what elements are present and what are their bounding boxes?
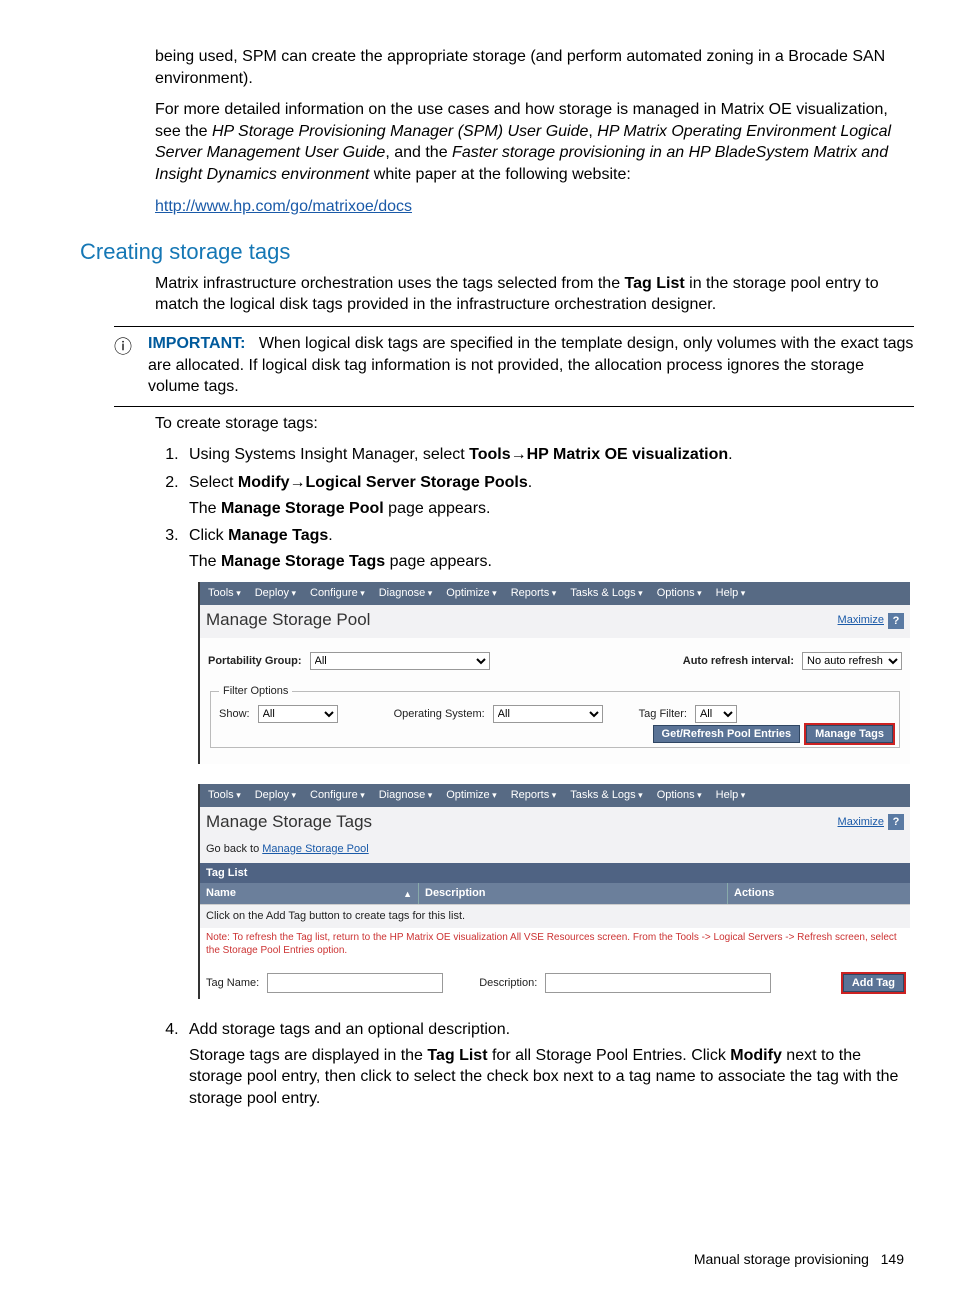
menu-options[interactable]: Options [657, 788, 702, 803]
get-refresh-pool-button[interactable]: Get/Refresh Pool Entries [653, 725, 801, 743]
maximize-link[interactable]: Maximize [838, 815, 884, 830]
important-label: IMPORTANT: [148, 335, 245, 352]
menu-options[interactable]: Options [657, 586, 702, 601]
panel-title: Manage Storage Pool [206, 609, 370, 632]
menubar: Tools Deploy Configure Diagnose Optimize… [200, 582, 910, 605]
menu-tasks-logs[interactable]: Tasks & Logs [570, 586, 642, 601]
tag-description-label: Description: [479, 976, 537, 991]
show-label: Show: [219, 707, 250, 722]
menu-reports[interactable]: Reports [511, 788, 557, 803]
docs-link[interactable]: http://www.hp.com/go/matrixoe/docs [155, 198, 412, 215]
menu-reports[interactable]: Reports [511, 586, 557, 601]
screenshot-manage-storage-tags: Tools Deploy Configure Diagnose Optimize… [198, 784, 910, 999]
menu-deploy[interactable]: Deploy [255, 586, 296, 601]
menu-optimize[interactable]: Optimize [446, 788, 496, 803]
panel-title: Manage Storage Tags [206, 811, 372, 834]
taglist-refresh-note: Note: To refresh the Tag list, return to… [200, 928, 910, 967]
menu-configure[interactable]: Configure [310, 586, 365, 601]
go-back-link[interactable]: Manage Storage Pool [262, 843, 368, 855]
step-3: Click Manage Tags. The Manage Storage Ta… [183, 525, 914, 572]
taglist-empty-hint: Click on the Add Tag button to create ta… [200, 904, 910, 928]
taglist-header: Tag List [200, 863, 910, 884]
menu-tools[interactable]: Tools [208, 586, 241, 601]
menu-diagnose[interactable]: Diagnose [379, 586, 433, 601]
menu-tasks-logs[interactable]: Tasks & Logs [570, 788, 642, 803]
menu-deploy[interactable]: Deploy [255, 788, 296, 803]
step-4: Add storage tags and an optional descrip… [183, 1019, 914, 1109]
filter-legend: Filter Options [219, 684, 292, 699]
intro-paragraph-1: being used, SPM can create the appropria… [155, 46, 914, 89]
intro-paragraph-2: For more detailed information on the use… [155, 99, 914, 185]
step-2: Select Modify→Logical Server Storage Poo… [183, 472, 914, 519]
tag-description-input[interactable] [545, 973, 771, 993]
add-tag-button[interactable]: Add Tag [843, 974, 904, 992]
tag-filter-label: Tag Filter: [639, 707, 687, 722]
manage-tags-button[interactable]: Manage Tags [806, 725, 893, 743]
go-back-row: Go back to Manage Storage Pool [200, 840, 910, 863]
tag-name-label: Tag Name: [206, 976, 259, 991]
sort-asc-icon[interactable]: ▲ [403, 888, 412, 900]
menu-help[interactable]: Help [716, 586, 746, 601]
section-intro: Matrix infrastructure orchestration uses… [155, 273, 914, 316]
screenshot-manage-storage-pool: Tools Deploy Configure Diagnose Optimize… [198, 582, 910, 764]
tag-filter-select[interactable]: All [695, 705, 737, 723]
menu-optimize[interactable]: Optimize [446, 586, 496, 601]
steps-intro: To create storage tags: [155, 413, 914, 435]
taglist-columns: Name ▲ Description Actions [200, 883, 910, 904]
auto-refresh-label: Auto refresh interval: [683, 654, 794, 669]
step-1: Using Systems Insight Manager, select To… [183, 444, 914, 466]
menu-help[interactable]: Help [716, 788, 746, 803]
menubar: Tools Deploy Configure Diagnose Optimize… [200, 784, 910, 807]
col-name[interactable]: Name [206, 886, 236, 901]
help-icon[interactable]: ? [888, 814, 904, 830]
col-description[interactable]: Description [419, 883, 728, 904]
section-heading: Creating storage tags [80, 237, 924, 267]
portability-group-label: Portability Group: [208, 654, 302, 669]
important-note: ⓘ IMPORTANT: When logical disk tags are … [114, 326, 914, 407]
help-icon[interactable]: ? [888, 613, 904, 629]
col-actions[interactable]: Actions [728, 883, 910, 904]
page-footer: Manual storage provisioning 149 [80, 1250, 904, 1269]
os-label: Operating System: [394, 707, 485, 722]
menu-diagnose[interactable]: Diagnose [379, 788, 433, 803]
menu-tools[interactable]: Tools [208, 788, 241, 803]
show-select[interactable]: All [258, 705, 338, 723]
menu-configure[interactable]: Configure [310, 788, 365, 803]
important-icon: ⓘ [114, 333, 148, 359]
portability-group-select[interactable]: All [310, 652, 490, 670]
filter-options-fieldset: Filter Options Show: All Operating Syste… [210, 684, 900, 748]
maximize-link[interactable]: Maximize [838, 613, 884, 628]
tag-name-input[interactable] [267, 973, 443, 993]
os-select[interactable]: All [493, 705, 603, 723]
auto-refresh-select[interactable]: No auto refresh [802, 652, 902, 670]
